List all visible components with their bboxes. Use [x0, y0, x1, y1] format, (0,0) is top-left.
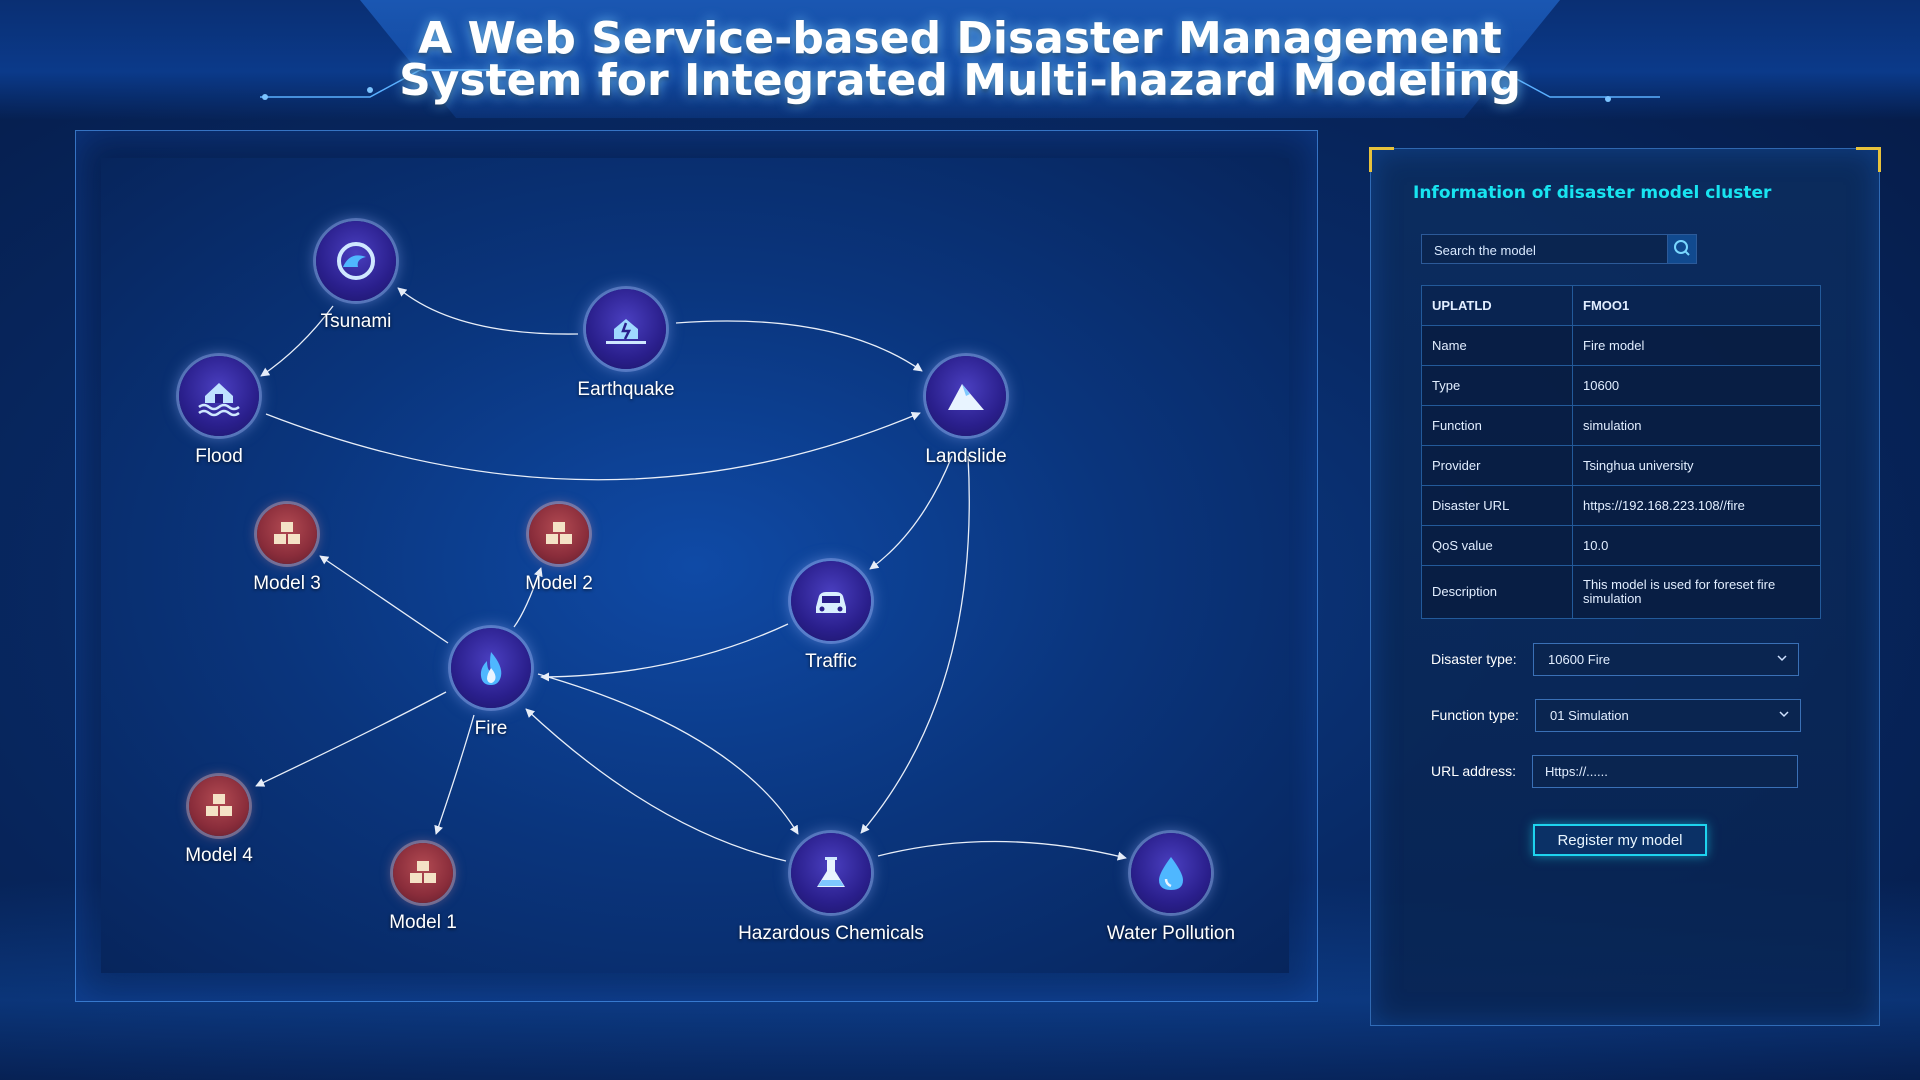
table-row: Provider Tsinghua university	[1421, 445, 1821, 486]
edge-fire-model4	[255, 691, 447, 787]
node-hazardous-chemicals[interactable]	[791, 833, 871, 913]
disaster-type-value: 10600 Fire	[1548, 652, 1611, 667]
search-button[interactable]	[1667, 235, 1696, 263]
boxes-icon	[546, 522, 572, 544]
table-cell-value: simulation	[1572, 405, 1821, 446]
table-header-row: UPLATLD FMOO1	[1421, 285, 1821, 326]
table-cell-key: QoS value	[1421, 525, 1573, 566]
page-title-line2: System for Integrated Multi-hazard Model…	[399, 55, 1521, 106]
node-flood[interactable]	[179, 356, 259, 436]
disaster-type-select[interactable]: 10600 Fire	[1533, 643, 1799, 676]
node-label-tsunami: Tsunami	[320, 311, 392, 332]
flood-house-icon	[198, 383, 240, 417]
function-type-label: Function type:	[1431, 707, 1519, 723]
boxes-icon	[274, 522, 300, 544]
table-cell-value: Tsinghua university	[1572, 445, 1821, 486]
node-model-4[interactable]	[189, 776, 249, 836]
table-row: Description This model is used for fores…	[1421, 565, 1821, 619]
wave-icon	[337, 242, 375, 280]
node-landslide[interactable]	[926, 356, 1006, 436]
table-cell-value: Fire model	[1572, 325, 1821, 366]
table-cell-key: Name	[1421, 325, 1573, 366]
table-cell-key: Type	[1421, 365, 1573, 406]
edge-fire-model3	[319, 555, 449, 644]
edge-earthquake-tsunami	[397, 287, 579, 335]
node-label-landslide: Landslide	[925, 446, 1007, 467]
landslide-icon	[948, 384, 984, 410]
table-cell-value: This model is used for foreset fire simu…	[1572, 565, 1821, 619]
node-tsunami[interactable]	[316, 221, 396, 301]
table-row: Name Fire model	[1421, 325, 1821, 366]
earthquake-icon	[606, 319, 646, 344]
table-cell-value: https://192.168.223.108//fire	[1572, 485, 1821, 526]
car-icon	[816, 592, 846, 613]
url-address-label: URL address:	[1431, 763, 1517, 779]
corner-decoration	[1856, 147, 1881, 172]
edge-landslide-traffic	[869, 455, 953, 570]
model-search-input[interactable]	[1422, 235, 1676, 265]
function-type-select[interactable]: 01 Simulation	[1535, 699, 1801, 732]
table-cell-key: UPLATLD	[1421, 285, 1573, 326]
node-water-pollution[interactable]	[1131, 833, 1211, 913]
node-traffic[interactable]	[791, 561, 871, 641]
register-model-button[interactable]: Register my model	[1533, 824, 1707, 856]
node-label-model-2: Model 2	[525, 573, 593, 594]
edge-landslide-hazchem	[860, 455, 970, 834]
node-label-flood: Flood	[195, 446, 243, 467]
node-fire[interactable]	[451, 628, 531, 708]
edge-fire-model1	[434, 714, 475, 835]
table-row: Function simulation	[1421, 405, 1821, 446]
node-label-model-1: Model 1	[389, 912, 457, 933]
table-row: Disaster URL https://192.168.223.108//fi…	[1421, 485, 1821, 526]
chevron-down-icon	[1777, 655, 1787, 662]
table-cell-value: FMOO1	[1572, 285, 1821, 326]
table-cell-key: Disaster URL	[1421, 485, 1573, 526]
table-cell-value: 10600	[1572, 365, 1821, 406]
node-label-fire: Fire	[474, 718, 508, 739]
edge-flood-landslide	[265, 412, 921, 481]
table-cell-key: Function	[1421, 405, 1573, 446]
droplet-icon	[1159, 857, 1183, 890]
flask-icon	[817, 857, 845, 887]
model-search-box	[1421, 234, 1697, 265]
node-model-2[interactable]	[529, 504, 589, 564]
disaster-type-label: Disaster type:	[1431, 651, 1517, 667]
node-label-model-4: Model 4	[185, 845, 253, 866]
flame-icon	[480, 652, 502, 685]
function-type-value: 01 Simulation	[1550, 708, 1629, 723]
table-cell-key: Provider	[1421, 445, 1573, 486]
info-panel-title: Information of disaster model cluster	[1413, 183, 1772, 203]
model-info-panel: Information of disaster model cluster UP…	[1369, 147, 1881, 1026]
table-row: Type 10600	[1421, 365, 1821, 406]
edge-hazchem-fire	[525, 708, 787, 862]
boxes-icon	[410, 861, 436, 883]
node-label-traffic: Traffic	[805, 651, 857, 672]
edge-hazchem-water	[877, 840, 1127, 861]
edge-traffic-fire	[540, 623, 789, 682]
search-icon	[1674, 240, 1690, 256]
url-address-input[interactable]	[1533, 756, 1797, 787]
url-address-box	[1532, 755, 1798, 788]
node-label-model-3: Model 3	[253, 573, 321, 594]
node-model-3[interactable]	[257, 504, 317, 564]
node-earthquake[interactable]	[586, 289, 666, 369]
edge-earthquake-landslide	[675, 320, 923, 372]
boxes-icon	[206, 794, 232, 816]
disaster-graph-panel: Tsunami Earthquake Flood Landslide Traff…	[75, 130, 1318, 1002]
node-label-water-pollution: Water Pollution	[1106, 923, 1236, 944]
page-title-line1: A Web Service-based Disaster Management	[418, 13, 1502, 64]
table-cell-value: 10.0	[1572, 525, 1821, 566]
node-label-hazardous-chemicals: Hazardous Chemicals	[738, 923, 924, 944]
page-title: A Web Service-based Disaster Management …	[360, 13, 1560, 106]
node-model-1[interactable]	[393, 843, 453, 903]
node-label-earthquake: Earthquake	[577, 379, 675, 400]
model-info-table: UPLATLD FMOO1 Name Fire model Type 10600…	[1421, 285, 1821, 619]
chevron-down-icon	[1779, 711, 1789, 718]
corner-decoration	[1369, 147, 1394, 172]
table-cell-key: Description	[1421, 565, 1573, 619]
table-row: QoS value 10.0	[1421, 525, 1821, 566]
